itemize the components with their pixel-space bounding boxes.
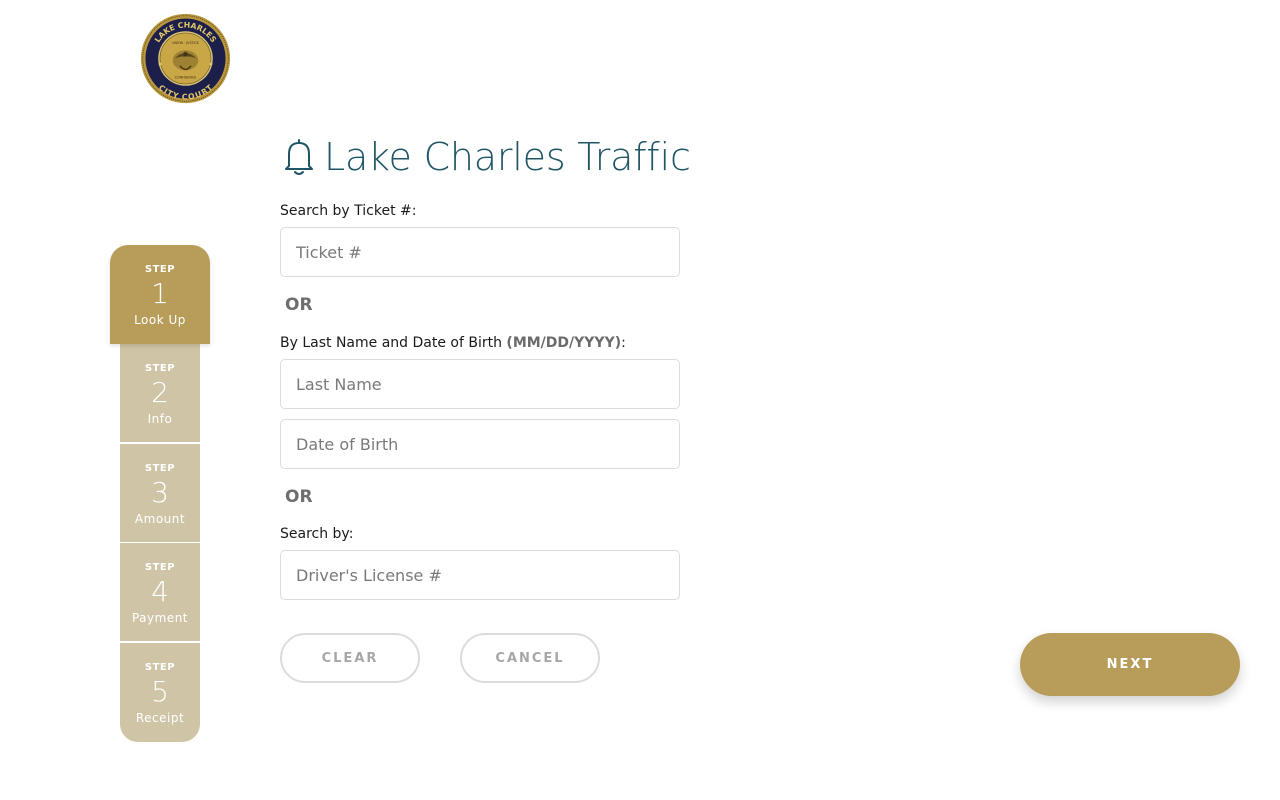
step-4-payment: STEP 4 Payment — [120, 543, 200, 642]
step-5-receipt: STEP 5 Receipt — [120, 643, 200, 742]
city-court-seal-logo: LAKE CHARLES CITY COURT UNION · JUSTICE … — [140, 13, 231, 104]
search-by-label: Search by: — [280, 526, 354, 542]
or-divider: OR — [285, 487, 313, 507]
step-name: Look Up — [134, 313, 186, 327]
or-divider: OR — [285, 295, 313, 315]
step-name: Info — [147, 412, 173, 426]
clear-button[interactable]: CLEAR — [280, 633, 420, 683]
page-title: Lake Charles Traffic — [324, 135, 691, 179]
step-number: 4 — [151, 575, 169, 608]
step-label: STEP — [144, 662, 176, 673]
name-dob-label-text: By Last Name and Date of Birth — [280, 335, 507, 351]
date-of-birth-input[interactable] — [280, 419, 680, 469]
date-format-hint: (MM/DD/YYYY) — [506, 335, 622, 351]
step-2-info: STEP 2 Info — [120, 344, 200, 443]
next-button[interactable]: NEXT — [1020, 633, 1240, 696]
step-label: STEP — [144, 562, 176, 573]
step-number: 1 — [151, 277, 169, 310]
seal-ribbon-bottom-text: CONFIDENCE — [175, 76, 197, 80]
last-name-input[interactable] — [280, 359, 680, 409]
cancel-button[interactable]: CANCEL — [460, 633, 600, 683]
step-3-amount: STEP 3 Amount — [120, 444, 200, 543]
label-colon: : — [621, 335, 626, 351]
step-number: 2 — [151, 376, 169, 409]
step-label: STEP — [144, 463, 176, 474]
ticket-search-label: Search by Ticket #: — [280, 203, 417, 219]
step-number: 3 — [151, 476, 169, 509]
ticket-number-input[interactable] — [280, 227, 680, 277]
name-dob-label: By Last Name and Date of Birth (MM/DD/YY… — [280, 335, 626, 351]
step-1-look-up: STEP 1 Look Up — [110, 245, 210, 344]
page-header: Lake Charles Traffic — [282, 134, 691, 180]
step-label: STEP — [144, 363, 176, 374]
seal-ribbon-top-text: UNION · JUSTICE — [172, 41, 199, 45]
drivers-license-input[interactable] — [280, 550, 680, 600]
step-label: STEP — [144, 264, 176, 275]
bell-icon — [285, 139, 313, 175]
step-number: 5 — [151, 675, 169, 708]
step-name: Amount — [134, 512, 186, 526]
step-name: Payment — [131, 611, 189, 625]
step-name: Receipt — [135, 711, 185, 725]
